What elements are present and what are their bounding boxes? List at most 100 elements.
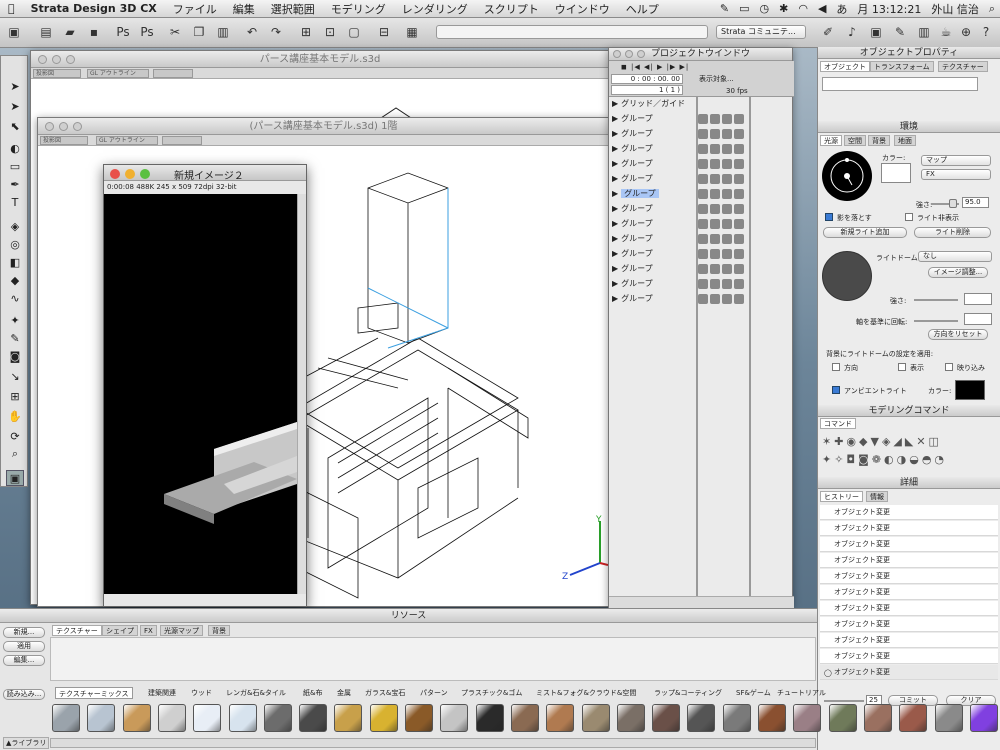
mirror-tool-icon[interactable]: ◧ [6,254,24,270]
menu-selection[interactable]: 選択範囲 [263,1,323,17]
ambient-color-swatch[interactable] [955,380,985,400]
status-icon[interactable]: ✎ [715,2,734,15]
select-arrow-icon[interactable]: ➤ [6,78,24,94]
row-icons[interactable] [698,219,744,231]
copy-icon[interactable]: ❐ [191,24,207,40]
utv-icon[interactable]: ▦ [404,24,420,40]
texture-swatch[interactable] [299,704,328,732]
extrude-tool-icon[interactable]: ◈ [6,218,24,234]
object-name-field[interactable] [822,77,978,91]
lib-tab-paper[interactable]: 紙&布 [300,687,325,699]
rotate-tool-icon[interactable]: ◐ [6,140,24,156]
project-scrollbar[interactable] [609,596,794,608]
tab-light-maps[interactable]: 光源マップ [160,625,203,636]
list-item[interactable]: ▶ グループ [612,202,653,216]
tab-texture[interactable]: テクスチャー [938,61,988,72]
texture-swatch[interactable] [969,704,998,732]
texture-swatch[interactable] [828,704,857,732]
render-region-icon[interactable]: ▣ [6,470,24,486]
list-item[interactable]: ▶ グリッド／ガイド [612,97,685,111]
redo-icon[interactable]: ↷ [268,24,284,40]
row-icons[interactable] [698,144,744,156]
light-tool-icon[interactable]: ✦ [6,312,24,328]
minimize-button[interactable] [625,50,633,58]
menu-window[interactable]: ウインドウ [547,1,618,17]
list-item[interactable]: ▶ グループ [612,157,653,171]
document-icon[interactable]: ▣ [6,24,22,40]
bell-icon[interactable]: ♪ [844,24,860,40]
minimize-button[interactable] [125,169,135,179]
close-button[interactable] [110,169,120,179]
apply-resource-button[interactable]: 適用 [3,641,45,652]
history-item[interactable]: オブジェクト変更 [820,601,998,616]
cut-icon[interactable]: ✂ [167,24,183,40]
lathe-tool-icon[interactable]: ◎ [6,236,24,252]
texture-swatch[interactable] [87,704,116,732]
texture-swatch[interactable] [193,704,222,732]
tab-backgrounds[interactable]: 背景 [208,625,230,636]
texture-swatch[interactable] [546,704,575,732]
tab-transform[interactable]: トランスフォーム [870,61,934,72]
map-select[interactable]: マップ [921,155,991,166]
load-button[interactable]: 読み込み... [3,689,45,700]
fx-select[interactable]: FX [921,169,991,180]
tab-history[interactable]: ヒストリー [820,491,863,502]
view-chip[interactable]: 投影図 [33,69,81,78]
frame-icon[interactable]: ⊡ [322,24,338,40]
lock-icon[interactable]: ⊕ [958,24,974,40]
grid-tool-icon[interactable]: ⊞ [6,388,24,404]
history-slider[interactable] [824,700,864,702]
vertical-scrollbar[interactable] [297,194,306,594]
apple-icon[interactable]:  [0,2,23,15]
history-item[interactable]: オブジェクト変更 [820,553,998,568]
paint-tool-icon[interactable]: ✎ [6,330,24,346]
row-icons[interactable] [698,129,744,141]
texture-swatch[interactable] [934,704,963,732]
rotate-view-icon[interactable]: ⟳ [6,428,24,444]
list-item[interactable]: ▶ グループ [612,232,653,246]
lib-tab-sf[interactable]: SF&ゲーム [733,687,774,699]
volume-icon[interactable]: ◀ [813,2,831,15]
texture-swatch[interactable] [263,704,292,732]
add-light-button[interactable]: 新規ライト追加 [823,227,907,238]
cup-icon[interactable]: ☕ [938,24,954,40]
texture-swatch[interactable] [510,704,539,732]
connect-tool-icon[interactable]: ↘ [6,368,24,384]
object-select-icon[interactable]: ⬉ [6,118,24,134]
menu-edit[interactable]: 編集 [225,1,263,17]
history-item[interactable]: オブジェクト変更 [820,633,998,648]
close-button[interactable] [38,55,47,64]
camera-chip[interactable] [162,136,202,145]
lib-tab-arch[interactable]: 建築関連 [145,687,179,699]
texture-swatch[interactable] [334,704,363,732]
photoshop-export-icon[interactable]: Ps [115,24,131,40]
tab-ground[interactable]: 地面 [894,135,916,146]
display-icon[interactable]: ▭ [734,2,754,15]
list-item[interactable]: ▶ グループ [612,112,653,126]
row-icons[interactable] [698,204,744,216]
menu-help[interactable]: ヘルプ [618,1,667,17]
list-item[interactable]: ▶ グループ [612,217,653,231]
dome-select[interactable]: なし [918,251,992,262]
save-icon[interactable]: ▪ [86,24,102,40]
light-direction-sphere[interactable] [822,151,872,201]
link-icon[interactable]: ✎ [892,24,908,40]
time-machine-icon[interactable]: ◷ [755,2,775,15]
spotlight-icon[interactable]: ⌕ [984,2,1000,16]
text-tool-icon[interactable]: T [6,194,24,210]
tab-shapes[interactable]: シェイプ [102,625,138,636]
lib-tab-wood[interactable]: ウッド [188,687,215,699]
texture-swatch[interactable] [863,704,892,732]
brush-icon[interactable]: ✐ [820,24,836,40]
list-item[interactable]: ▶ グループ [612,292,653,306]
light-hide-checkbox[interactable] [905,213,913,221]
new-file-icon[interactable]: ▤ [38,24,54,40]
history-item[interactable]: オブジェクト変更 [820,505,998,520]
texture-swatch[interactable] [652,704,681,732]
list-item[interactable]: ▶ グループ [612,262,653,276]
texture-swatch[interactable] [228,704,257,732]
ambient-checkbox[interactable] [832,386,840,394]
display-checkbox[interactable] [898,363,906,371]
menubar-user[interactable]: 外山 信治 [926,1,984,17]
app-name[interactable]: Strata Design 3D CX [23,2,165,15]
